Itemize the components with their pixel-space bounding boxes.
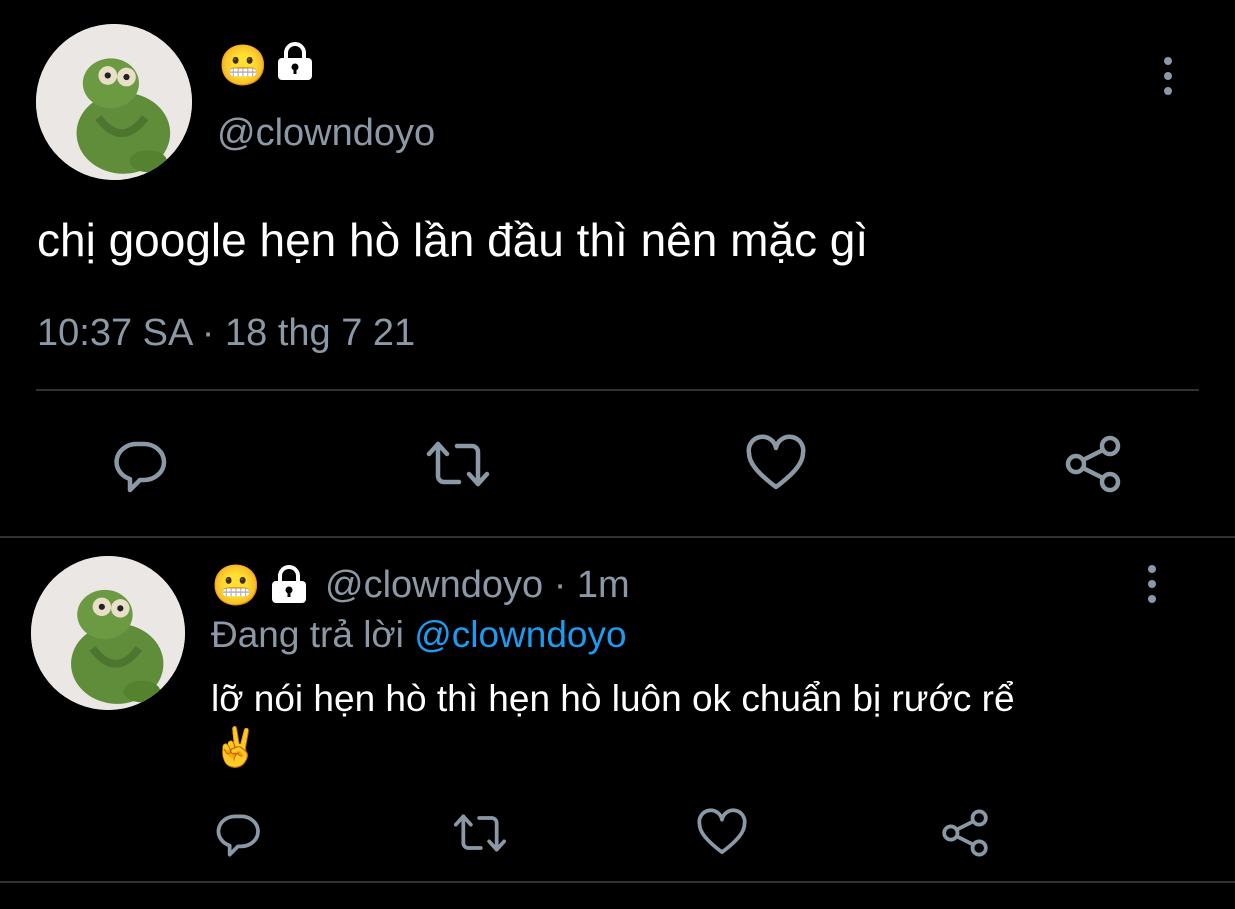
kermit-avatar-icon <box>31 556 185 710</box>
more-options-button[interactable] <box>1148 565 1156 603</box>
timestamp[interactable]: 10:37 SA · 18 thg 7 21 <box>37 310 415 356</box>
share-icon <box>942 809 988 857</box>
tweet-text: chị google hẹn hò lần đầu thì nên mặc gì <box>37 214 869 266</box>
lock-icon <box>268 563 310 605</box>
status-emoji: 😬 <box>218 44 268 88</box>
replying-label: Đang trả lời <box>211 614 404 655</box>
avatar[interactable] <box>31 556 185 710</box>
kermit-avatar-icon <box>36 24 192 180</box>
reply-icon <box>216 814 260 857</box>
share-button[interactable] <box>940 808 990 858</box>
replying-to-line: Đang trả lời @clowndoyo <box>211 612 627 658</box>
reply-button[interactable] <box>110 434 170 494</box>
retweet-icon <box>426 441 490 487</box>
status-emoji: 😬 <box>211 564 261 608</box>
handle-line: @clowndoyo · 1m <box>325 562 630 608</box>
reply-button[interactable] <box>213 808 263 858</box>
victory-hand-emoji: ✌️ <box>212 727 260 769</box>
handle[interactable]: @clowndoyo <box>217 110 435 156</box>
avatar[interactable] <box>36 24 192 180</box>
time-ago[interactable]: · 1m <box>554 564 630 606</box>
bottom-separator <box>0 881 1235 883</box>
like-icon <box>697 808 747 855</box>
like-icon <box>746 434 806 490</box>
reply-text: lỡ nói hẹn hò thì hẹn hò luôn ok chuẩn b… <box>211 678 1015 719</box>
tweet-separator <box>0 536 1235 538</box>
like-button[interactable] <box>697 808 747 858</box>
share-button[interactable] <box>1063 434 1123 494</box>
retweet-button[interactable] <box>425 434 491 494</box>
more-options-button[interactable] <box>1164 57 1172 95</box>
handle[interactable]: @clowndoyo <box>325 564 543 606</box>
share-icon <box>1065 435 1121 493</box>
replying-handle-link[interactable]: @clowndoyo <box>414 614 626 655</box>
divider <box>36 389 1199 391</box>
retweet-icon <box>453 814 507 852</box>
lock-icon <box>274 40 316 82</box>
like-button[interactable] <box>746 434 806 494</box>
reply-icon <box>114 441 167 493</box>
retweet-button[interactable] <box>452 808 508 858</box>
